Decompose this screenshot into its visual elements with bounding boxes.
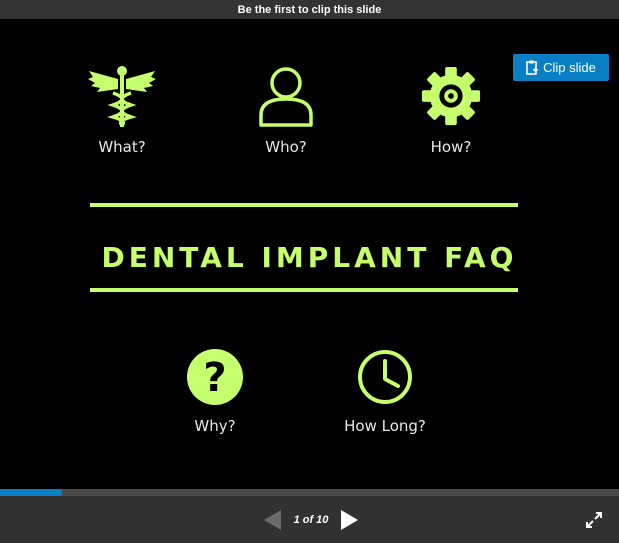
previous-slide-button[interactable] [264,510,282,535]
clip-slide-label: Clip slide [543,60,596,75]
clipboard-icon [526,60,539,75]
faq-item-how-label: How? [430,138,472,156]
question-icon: ? [186,349,244,410]
faq-item-why-label: Why? [194,417,236,435]
caduceus-icon [87,66,157,131]
slide-progress-fill [0,489,62,496]
page-indicator: 1 of 10 [293,514,329,526]
clock-icon [356,350,414,410]
faq-item-who: Who? [236,65,336,156]
fullscreen-icon[interactable] [586,512,602,533]
faq-item-what-label: What? [98,138,146,156]
slide-progress-bar[interactable] [0,489,619,496]
slide-canvas: Clip slide What? Who? How? DENTAL IMPLAN… [0,19,619,489]
slide-title: DENTAL IMPLANT FAQ [101,241,518,274]
title-rule-top [90,203,518,207]
faq-item-what: What? [72,65,172,156]
title-rule-bottom [90,288,518,292]
faq-item-why: ? Why? [165,348,265,435]
clip-banner-text: Be the first to clip this slide [237,3,382,16]
faq-item-how-long-label: How Long? [344,417,426,435]
faq-item-how: How? [401,65,501,156]
next-slide-button[interactable] [340,510,358,535]
player-controls: 1 of 10 [0,496,619,543]
faq-item-how-long: How Long? [325,348,445,435]
gear-icon [419,66,483,131]
svg-text:?: ? [203,355,226,401]
person-icon [256,67,316,131]
clip-slide-button[interactable]: Clip slide [513,54,609,81]
faq-item-who-label: Who? [265,138,307,156]
clip-banner: Be the first to clip this slide [0,0,619,19]
